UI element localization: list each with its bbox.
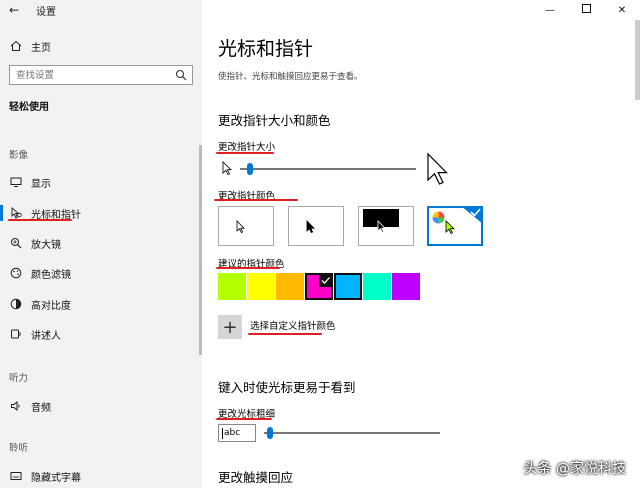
narrator-icon bbox=[9, 327, 23, 341]
selected-corner-check-icon bbox=[461, 206, 483, 224]
window-title: 设置 bbox=[36, 6, 56, 18]
nav-magnifier-label: 放大镜 bbox=[31, 239, 61, 251]
search-input[interactable] bbox=[16, 69, 176, 81]
annotation-underline bbox=[216, 267, 280, 269]
group-hearing: 听力 bbox=[9, 373, 29, 384]
slider-thumb[interactable] bbox=[267, 427, 273, 439]
thickness-preview-text: abc bbox=[224, 428, 241, 438]
nav-cursor[interactable]: 光标和指针 bbox=[0, 201, 202, 225]
plus-icon: + bbox=[222, 316, 238, 338]
main-scrollbar[interactable] bbox=[635, 20, 640, 100]
swatch-magenta[interactable] bbox=[305, 273, 333, 300]
section-touch: 更改触摸回应 bbox=[218, 470, 294, 485]
swatch-purple[interactable] bbox=[392, 273, 420, 300]
nav-captions-label: 隐藏式字幕 bbox=[31, 472, 81, 484]
selected-check-icon bbox=[319, 274, 332, 287]
nav-captions[interactable]: 隐藏式字幕 bbox=[0, 464, 202, 488]
maximize-icon bbox=[581, 4, 591, 16]
contrast-icon bbox=[9, 297, 23, 311]
slider-thumb[interactable] bbox=[247, 163, 253, 175]
main-content: — ✕ 光标和指针 使指针、光标和触摸回应更易于查看。 更改指针大小和颜色 更改… bbox=[202, 0, 640, 488]
swatch-aqua[interactable] bbox=[363, 273, 391, 300]
nav-narrator-label: 讲述人 bbox=[31, 330, 61, 342]
nav-display[interactable]: 显示 bbox=[0, 170, 202, 194]
nav-display-label: 显示 bbox=[31, 178, 51, 190]
pointer-color-custom[interactable] bbox=[427, 206, 483, 246]
nav-audio[interactable]: 音频 bbox=[0, 394, 202, 418]
maximize-button[interactable] bbox=[568, 0, 604, 20]
small-pointer-icon bbox=[222, 161, 232, 178]
nav-narrator[interactable]: 讲述人 bbox=[0, 322, 202, 346]
nav-magnifier[interactable]: 放大镜 bbox=[0, 231, 202, 255]
section-cursor: 键入时使光标更易于看到 bbox=[218, 380, 356, 395]
minimize-icon: — bbox=[545, 4, 555, 16]
close-icon: ✕ bbox=[617, 4, 627, 16]
custom-color-label[interactable]: 选择自定义指针颜色 bbox=[250, 318, 336, 332]
back-arrow-icon: ← bbox=[8, 3, 20, 17]
watermark: 头条 @家悦科技 bbox=[523, 461, 626, 477]
add-custom-color-button[interactable]: + bbox=[218, 315, 242, 339]
sidebar: ← 设置 主页 轻松使用 影像 显示 光标和指针 放大镜 bbox=[0, 0, 202, 488]
title-bar: ← 设置 bbox=[0, 0, 202, 20]
slider-track bbox=[264, 432, 440, 434]
nav-home-label: 主页 bbox=[31, 42, 51, 54]
group-vision: 影像 bbox=[9, 150, 29, 161]
color-filter-icon bbox=[9, 266, 23, 280]
nav-home[interactable]: 主页 bbox=[0, 34, 202, 58]
swatch-orange[interactable] bbox=[276, 273, 304, 300]
section-size-color: 更改指针大小和颜色 bbox=[218, 113, 331, 128]
speaker-icon bbox=[9, 399, 23, 413]
thickness-preview: abc bbox=[218, 424, 256, 442]
nav-color-filter-label: 颜色滤镜 bbox=[31, 269, 71, 281]
magnifier-icon bbox=[9, 236, 23, 250]
captions-icon bbox=[9, 469, 23, 483]
annotation-underline bbox=[214, 199, 298, 201]
black-pointer-icon bbox=[306, 220, 315, 236]
annotation-underline bbox=[216, 418, 272, 420]
pointer-color-black[interactable] bbox=[288, 206, 344, 246]
search-icon[interactable] bbox=[175, 69, 187, 81]
text-caret bbox=[222, 427, 223, 439]
cursor-pointer-icon bbox=[9, 206, 23, 220]
minimize-button[interactable]: — bbox=[532, 0, 568, 20]
white-pointer-icon bbox=[236, 220, 245, 236]
close-button[interactable]: ✕ bbox=[604, 0, 640, 20]
section-title: 轻松使用 bbox=[9, 102, 49, 113]
pointer-color-inverted[interactable] bbox=[358, 206, 414, 246]
cursor-thickness-slider[interactable] bbox=[264, 427, 440, 439]
monitor-icon bbox=[9, 175, 23, 189]
annotation-underline bbox=[8, 219, 72, 221]
slider-track bbox=[240, 168, 416, 170]
nav-audio-label: 音频 bbox=[31, 402, 51, 414]
large-pointer-icon bbox=[426, 152, 448, 189]
annotation-underline bbox=[216, 152, 274, 154]
swatch-sky-blue[interactable] bbox=[334, 273, 362, 300]
annotation-underline bbox=[248, 333, 322, 335]
home-icon bbox=[9, 39, 23, 53]
nav-high-contrast[interactable]: 高对比度 bbox=[0, 292, 202, 316]
page-title: 光标和指针 bbox=[218, 38, 314, 60]
size-label: 更改指针大小 bbox=[218, 142, 276, 153]
swatch-lime[interactable] bbox=[218, 273, 246, 300]
pointer-color-white[interactable] bbox=[218, 206, 274, 246]
pointer-size-slider[interactable] bbox=[240, 163, 416, 175]
page-description: 使指针、光标和触摸回应更易于查看。 bbox=[218, 72, 363, 82]
color-wheel-icon bbox=[432, 211, 445, 227]
group-interaction: 聆听 bbox=[9, 443, 29, 454]
custom-pointer-icon bbox=[445, 220, 455, 237]
search-box[interactable] bbox=[9, 65, 193, 85]
swatch-yellow[interactable] bbox=[247, 273, 275, 300]
inverted-pointer-icon bbox=[377, 220, 386, 236]
nav-color-filter[interactable]: 颜色滤镜 bbox=[0, 261, 202, 285]
nav-high-contrast-label: 高对比度 bbox=[31, 300, 71, 312]
back-button[interactable]: ← bbox=[0, 0, 28, 20]
